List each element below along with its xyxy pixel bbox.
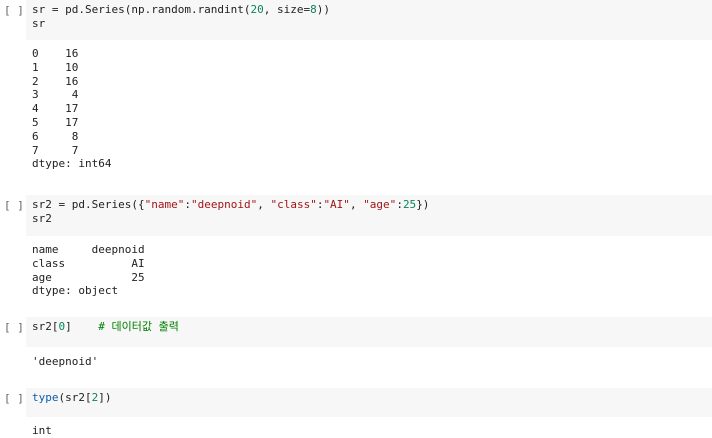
output-line: class AI [32,256,145,270]
code-token: 25 [402,198,417,211]
notebook-cell-3: [ ] sr2[0] # 데이터값 출력 'deepnoid' [0,317,712,383]
output-line: dtype: object [32,284,119,298]
cell-output: 'deepnoid' [32,355,712,369]
notebook-cell-1: [ ] sr = pd.Series(np.random.randint(20,… [0,0,712,190]
output-line: 3 4 [32,88,79,102]
notebook-cell-4: [ ] type(sr2[2]) int [0,388,712,438]
code-line: sr2 [32,212,706,226]
code-token: sr [32,17,46,30]
code-editor[interactable]: type(sr2[2]) [26,388,712,417]
code-token: ] [65,320,99,333]
notebook-cell-2: [ ] sr2 = pd.Series({"name":"deepnoid", … [0,195,712,315]
code-token: "AI" [323,198,350,211]
output-line: 4 17 [32,102,79,116]
code-token: , size= [263,3,311,16]
code-token: : [184,198,191,211]
cell-output: 0 16 1 10 2 16 3 44 17 5 17 6 87 7 dtype: int6… [32,47,712,171]
cell-output: name deepnoid class AI age 25 dtype: object [32,243,712,298]
run-cell-button[interactable]: [ ] [4,392,24,405]
code-token: "class" [270,198,317,211]
output-line: 5 17 [32,115,79,129]
code-line: sr [32,17,706,31]
code-token: type [32,391,59,404]
code-token: ]) [98,391,112,404]
code-token: 20 [250,3,264,16]
code-token: # 데이터값 출력 [98,320,179,333]
output-line: 0 16 [32,47,79,60]
code-line: sr2 = pd.Series({"name":"deepnoid", "cla… [32,198,706,212]
code-token: "age" [363,198,397,211]
code-token: "deepnoid" [190,198,258,211]
code-token: , [349,198,364,211]
code-token: sr = pd.Series(np.random.randint( [32,3,251,16]
code-line: type(sr2[2]) [32,391,706,405]
output-line: dtype: int64 [32,157,112,171]
run-cell-button[interactable]: [ ] [4,321,24,334]
run-cell-button[interactable]: [ ] [4,199,24,212]
code-token: "name" [144,198,185,211]
output-line: 7 7 [32,143,79,157]
code-token: 8 [310,3,317,16]
code-editor[interactable]: sr2[0] # 데이터값 출력 [26,317,712,347]
code-editor[interactable]: sr = pd.Series(np.random.randint(20, siz… [26,0,712,40]
run-cell-button[interactable]: [ ] [4,4,24,17]
output-line: 6 8 [32,129,79,143]
code-token: sr2 = pd.Series({ [32,198,145,211]
code-line: sr = pd.Series(np.random.randint(20, siz… [32,3,706,17]
cell-output: int [32,424,712,438]
code-token: (sr2[ [58,391,92,404]
output-line: name deepnoid [32,243,145,256]
code-token: sr2[ [32,320,59,333]
code-line: sr2[0] # 데이터값 출력 [32,320,706,334]
output-line: age 25 [32,270,145,284]
output-line: 2 16 [32,74,79,88]
code-token: sr2 [32,212,52,225]
code-token: , [257,198,271,211]
code-editor[interactable]: sr2 = pd.Series({"name":"deepnoid", "cla… [26,195,712,236]
code-token: : [396,198,403,211]
output-line: int [32,424,52,437]
code-token: }) [416,198,430,211]
output-line: 'deepnoid' [32,355,99,368]
output-line: 1 10 [32,60,79,74]
code-token: )) [316,3,331,16]
